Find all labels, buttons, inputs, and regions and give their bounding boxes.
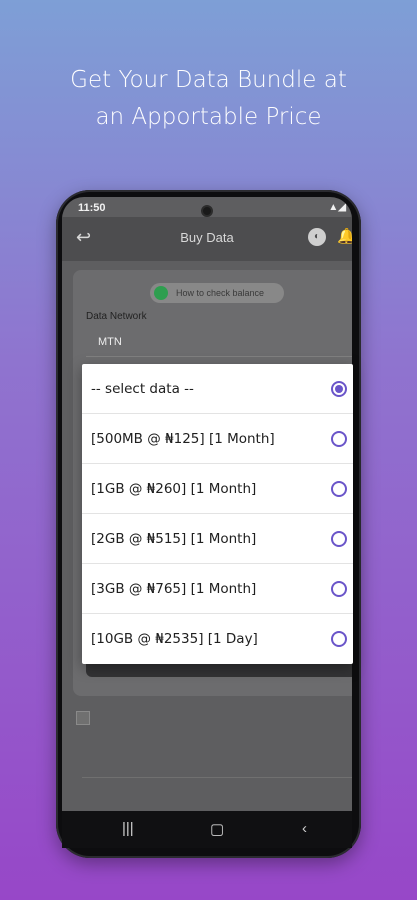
data-option-label: -- select data --	[91, 381, 194, 397]
data-option[interactable]: [3GB @ ₦765] [1 Month]	[82, 564, 353, 614]
status-time: 11:50	[78, 202, 106, 214]
check-balance-label: How to check balance	[176, 288, 265, 298]
network-select[interactable]: MTN	[86, 327, 352, 357]
wallet-icon[interactable]: ◐	[308, 228, 326, 246]
network-value: MTN	[98, 336, 122, 348]
radio-icon[interactable]	[331, 431, 347, 447]
data-option-label: [1GB @ ₦260] [1 Month]	[91, 481, 257, 497]
broken-image-icon	[76, 711, 90, 725]
recent-apps-icon[interactable]: |||	[122, 820, 134, 837]
headline-line-1: Get Your Data Bundle at	[70, 67, 347, 93]
home-icon[interactable]: ▢	[210, 820, 224, 838]
radio-icon[interactable]	[331, 531, 347, 547]
app-bar: ↩ Buy Data ◐ 🔔	[62, 217, 352, 261]
data-option[interactable]: -- select data --	[82, 364, 353, 414]
data-option-label: [3GB @ ₦765] [1 Month]	[91, 581, 257, 597]
divider	[82, 777, 352, 778]
radio-selected-icon[interactable]	[331, 381, 347, 397]
radio-icon[interactable]	[331, 581, 347, 597]
data-option-label: [10GB @ ₦2535] [1 Day]	[91, 631, 258, 647]
radio-icon[interactable]	[331, 481, 347, 497]
bell-icon[interactable]: 🔔	[337, 227, 352, 245]
nav-back-icon[interactable]: ‹	[302, 820, 307, 837]
check-balance-button[interactable]: How to check balance	[150, 283, 284, 303]
camera-icon	[201, 205, 213, 217]
data-option-label: [2GB @ ₦515] [1 Month]	[91, 531, 257, 547]
network-label: Data Network	[86, 311, 147, 322]
radio-icon[interactable]	[331, 631, 347, 647]
data-option[interactable]: [1GB @ ₦260] [1 Month]	[82, 464, 353, 514]
signal-icon: ▲◢	[328, 202, 346, 213]
data-plan-dialog: -- select data -- [500MB @ ₦125] [1 Mont…	[82, 364, 353, 664]
data-option[interactable]: [2GB @ ₦515] [1 Month]	[82, 514, 353, 564]
data-option[interactable]: [10GB @ ₦2535] [1 Day]	[82, 614, 353, 664]
data-option[interactable]: [500MB @ ₦125] [1 Month]	[82, 414, 353, 464]
balance-status-icon	[154, 286, 168, 300]
headline-line-2: an Apportable Price	[95, 104, 322, 130]
data-option-label: [500MB @ ₦125] [1 Month]	[91, 431, 275, 447]
android-nav-bar: ||| ▢ ‹	[62, 811, 352, 848]
promo-headline: Get Your Data Bundle at an Apportable Pr…	[0, 62, 417, 136]
